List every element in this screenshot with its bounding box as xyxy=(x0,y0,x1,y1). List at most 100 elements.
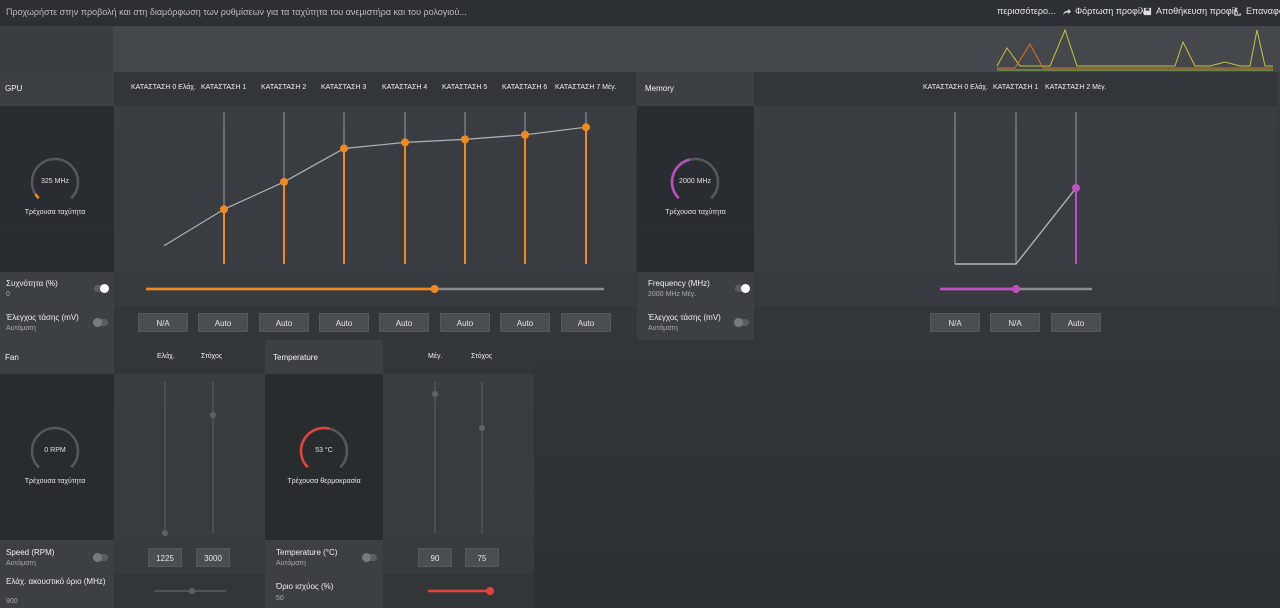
fan-col-min: Ελάχ. xyxy=(157,353,175,360)
fan-col-target: Στόχος xyxy=(201,353,223,360)
gpu-freq-toggle[interactable] xyxy=(94,284,109,293)
temp-max-handle xyxy=(432,391,438,397)
fan-header-right xyxy=(114,340,265,374)
fan-speed-value: Αυτόματη xyxy=(6,560,36,567)
gpu-freq-slider[interactable] xyxy=(140,282,610,296)
top-bar: Προχωρήστε στην προβολή και στη διαμόρφω… xyxy=(0,0,1280,26)
power-slider-handle xyxy=(486,587,494,595)
temp-title: Temperature xyxy=(273,353,318,362)
gpu-state-4-label: ΚΑΤΑΣΤΑΣΗ 4 xyxy=(382,84,428,91)
fan-acoustic-slider[interactable] xyxy=(150,585,230,597)
gpu-state-0-label: ΚΑΤΑΣΤΑΣΗ 0 Ελάχ. xyxy=(131,84,196,91)
temp-row-right xyxy=(383,540,534,574)
temp-toggle[interactable] xyxy=(362,553,377,562)
gpu-freq-slider-handle xyxy=(430,285,439,293)
share-arrow-icon xyxy=(1062,8,1071,15)
more-link[interactable]: περισσότερο... xyxy=(997,6,1056,16)
gpu-volt-state-7[interactable]: Auto xyxy=(561,313,611,332)
gpu-volt-state-5[interactable]: Auto xyxy=(440,313,490,332)
memory-freq-value: 2000 MHz Μέγ. xyxy=(648,291,697,298)
reset-label: Επαναφορά xyxy=(1246,6,1280,16)
gpu-volt-label: Έλεγχος τάσης (mV) xyxy=(6,313,79,322)
load-profile-button[interactable]: Φόρτωση προφίλ xyxy=(1062,6,1144,16)
fan-target-input[interactable]: 3000 xyxy=(196,548,230,567)
memory-volt-value: Αυτόματη xyxy=(648,325,678,332)
temp-gauge-label: Τρέχουσα θερμοκρασία xyxy=(287,478,361,485)
memory-state-0-label: ΚΑΤΑΣΤΑΣΗ 0 Ελάχ. xyxy=(923,84,988,91)
temp-target-input[interactable]: 75 xyxy=(465,548,499,567)
fan-speed-row-right xyxy=(114,540,265,574)
memory-freq-slider[interactable] xyxy=(934,282,1098,296)
temp-target-handle xyxy=(479,425,485,431)
gpu-state-1-point xyxy=(220,205,228,214)
fan-min-input[interactable]: 1225 xyxy=(148,548,182,567)
memory-volt-state-1[interactable]: N/A xyxy=(990,313,1040,332)
gpu-state-2-point xyxy=(280,177,288,186)
temp-vertical-sliders[interactable] xyxy=(383,374,534,540)
memory-volt-label: Έλεγχος τάσης (mV) xyxy=(648,313,721,322)
gpu-state-1-label: ΚΑΤΑΣΤΑΣΗ 1 xyxy=(201,84,247,91)
memory-title: Memory xyxy=(645,84,674,93)
gpu-clock-curve xyxy=(163,126,587,247)
gpu-title: GPU xyxy=(5,84,23,93)
reset-button[interactable]: Επαναφορά xyxy=(1233,6,1280,16)
gpu-gauge-fill xyxy=(34,193,40,200)
gpu-state-7-point xyxy=(582,123,590,132)
memory-state-2-point xyxy=(1072,184,1080,192)
memory-gauge-value: 2000 MHz xyxy=(679,178,711,185)
power-limit-label: Όριο ισχύος (%) xyxy=(276,582,334,591)
fan-acoustic-label: Ελάχ. ακουστικό όριο (MHz) xyxy=(6,577,106,586)
temp-col-max: Μέγ. xyxy=(428,353,443,360)
reset-icon xyxy=(1234,6,1241,16)
fan-speed-label: Speed (RPM) xyxy=(6,548,55,557)
fan-gauge-fill xyxy=(37,465,40,469)
memory-freq-slider-handle xyxy=(1012,285,1020,293)
gpu-volt-state-1[interactable]: Auto xyxy=(198,313,248,332)
memory-freq-toggle[interactable] xyxy=(735,284,750,293)
temp-mode-value: Αυτόματη xyxy=(276,560,306,567)
gpu-gauge-value: 325 MHz xyxy=(40,178,69,185)
memory-freq-label: Frequency (MHz) xyxy=(648,279,710,288)
fan-gauge-value: 0 RPM xyxy=(44,447,66,454)
gpu-state-5-point xyxy=(461,135,469,144)
memory-gauge-label: Τρέχουσα ταχύτητα xyxy=(665,209,726,216)
fan-speed-toggle[interactable] xyxy=(93,553,108,562)
gpu-state-4-point xyxy=(401,138,409,147)
temp-max-input[interactable]: 90 xyxy=(418,548,452,567)
gpu-state-6-label: ΚΑΤΑΣΤΑΣΗ 6 xyxy=(502,84,548,91)
gpu-states-chart[interactable] xyxy=(114,106,636,270)
gpu-volt-value: Αυτόματη xyxy=(6,325,36,332)
gpu-volt-toggle[interactable] xyxy=(93,318,108,327)
memory-volt-state-0[interactable]: N/A xyxy=(930,313,980,332)
gpu-volt-state-0[interactable]: N/A xyxy=(138,313,188,332)
fan-title: Fan xyxy=(5,353,19,362)
memory-state-2-label: ΚΑΤΑΣΤΑΣΗ 2 Μέγ. xyxy=(1045,84,1107,91)
gpu-freq-label: Συχνότητα (%) xyxy=(6,279,58,288)
gpu-volt-row-right xyxy=(114,306,636,340)
load-profile-label: Φόρτωση προφίλ xyxy=(1075,6,1145,16)
memory-states-chart[interactable] xyxy=(754,106,1277,270)
banner-left xyxy=(0,26,113,72)
fan-vertical-sliders[interactable] xyxy=(114,374,265,540)
power-row-left xyxy=(265,574,383,608)
gpu-state-7-label: ΚΑΤΑΣΤΑΣΗ 7 Μέγ. xyxy=(555,84,617,91)
gpu-freq-value: 0 xyxy=(6,291,10,298)
gpu-volt-state-3[interactable]: Auto xyxy=(319,313,369,332)
gpu-state-2-label: ΚΑΤΑΣΤΑΣΗ 2 xyxy=(261,84,307,91)
temp-label: Temperature (°C) xyxy=(276,548,338,557)
memory-volt-toggle[interactable] xyxy=(734,318,749,327)
fan-min-handle xyxy=(162,530,168,536)
memory-state-1-label: ΚΑΤΑΣΤΑΣΗ 1 xyxy=(993,84,1039,91)
fan-target-handle xyxy=(210,412,216,418)
gpu-state-3-label: ΚΑΤΑΣΤΑΣΗ 3 xyxy=(321,84,367,91)
gpu-state-5-label: ΚΑΤΑΣΤΑΣΗ 5 xyxy=(442,84,488,91)
power-limit-slider[interactable] xyxy=(422,585,496,597)
gpu-volt-state-6[interactable]: Auto xyxy=(500,313,550,332)
memory-volt-state-2[interactable]: Auto xyxy=(1051,313,1101,332)
gpu-gauge-label: Τρέχουσα ταχύτητα xyxy=(24,209,86,216)
save-profile-button[interactable]: Αποθήκευση προφίλ xyxy=(1143,6,1238,16)
gpu-state-3-point xyxy=(340,144,348,153)
save-profile-label: Αποθήκευση προφίλ xyxy=(1156,6,1239,16)
gpu-volt-state-2[interactable]: Auto xyxy=(259,313,309,332)
gpu-volt-state-4[interactable]: Auto xyxy=(379,313,429,332)
